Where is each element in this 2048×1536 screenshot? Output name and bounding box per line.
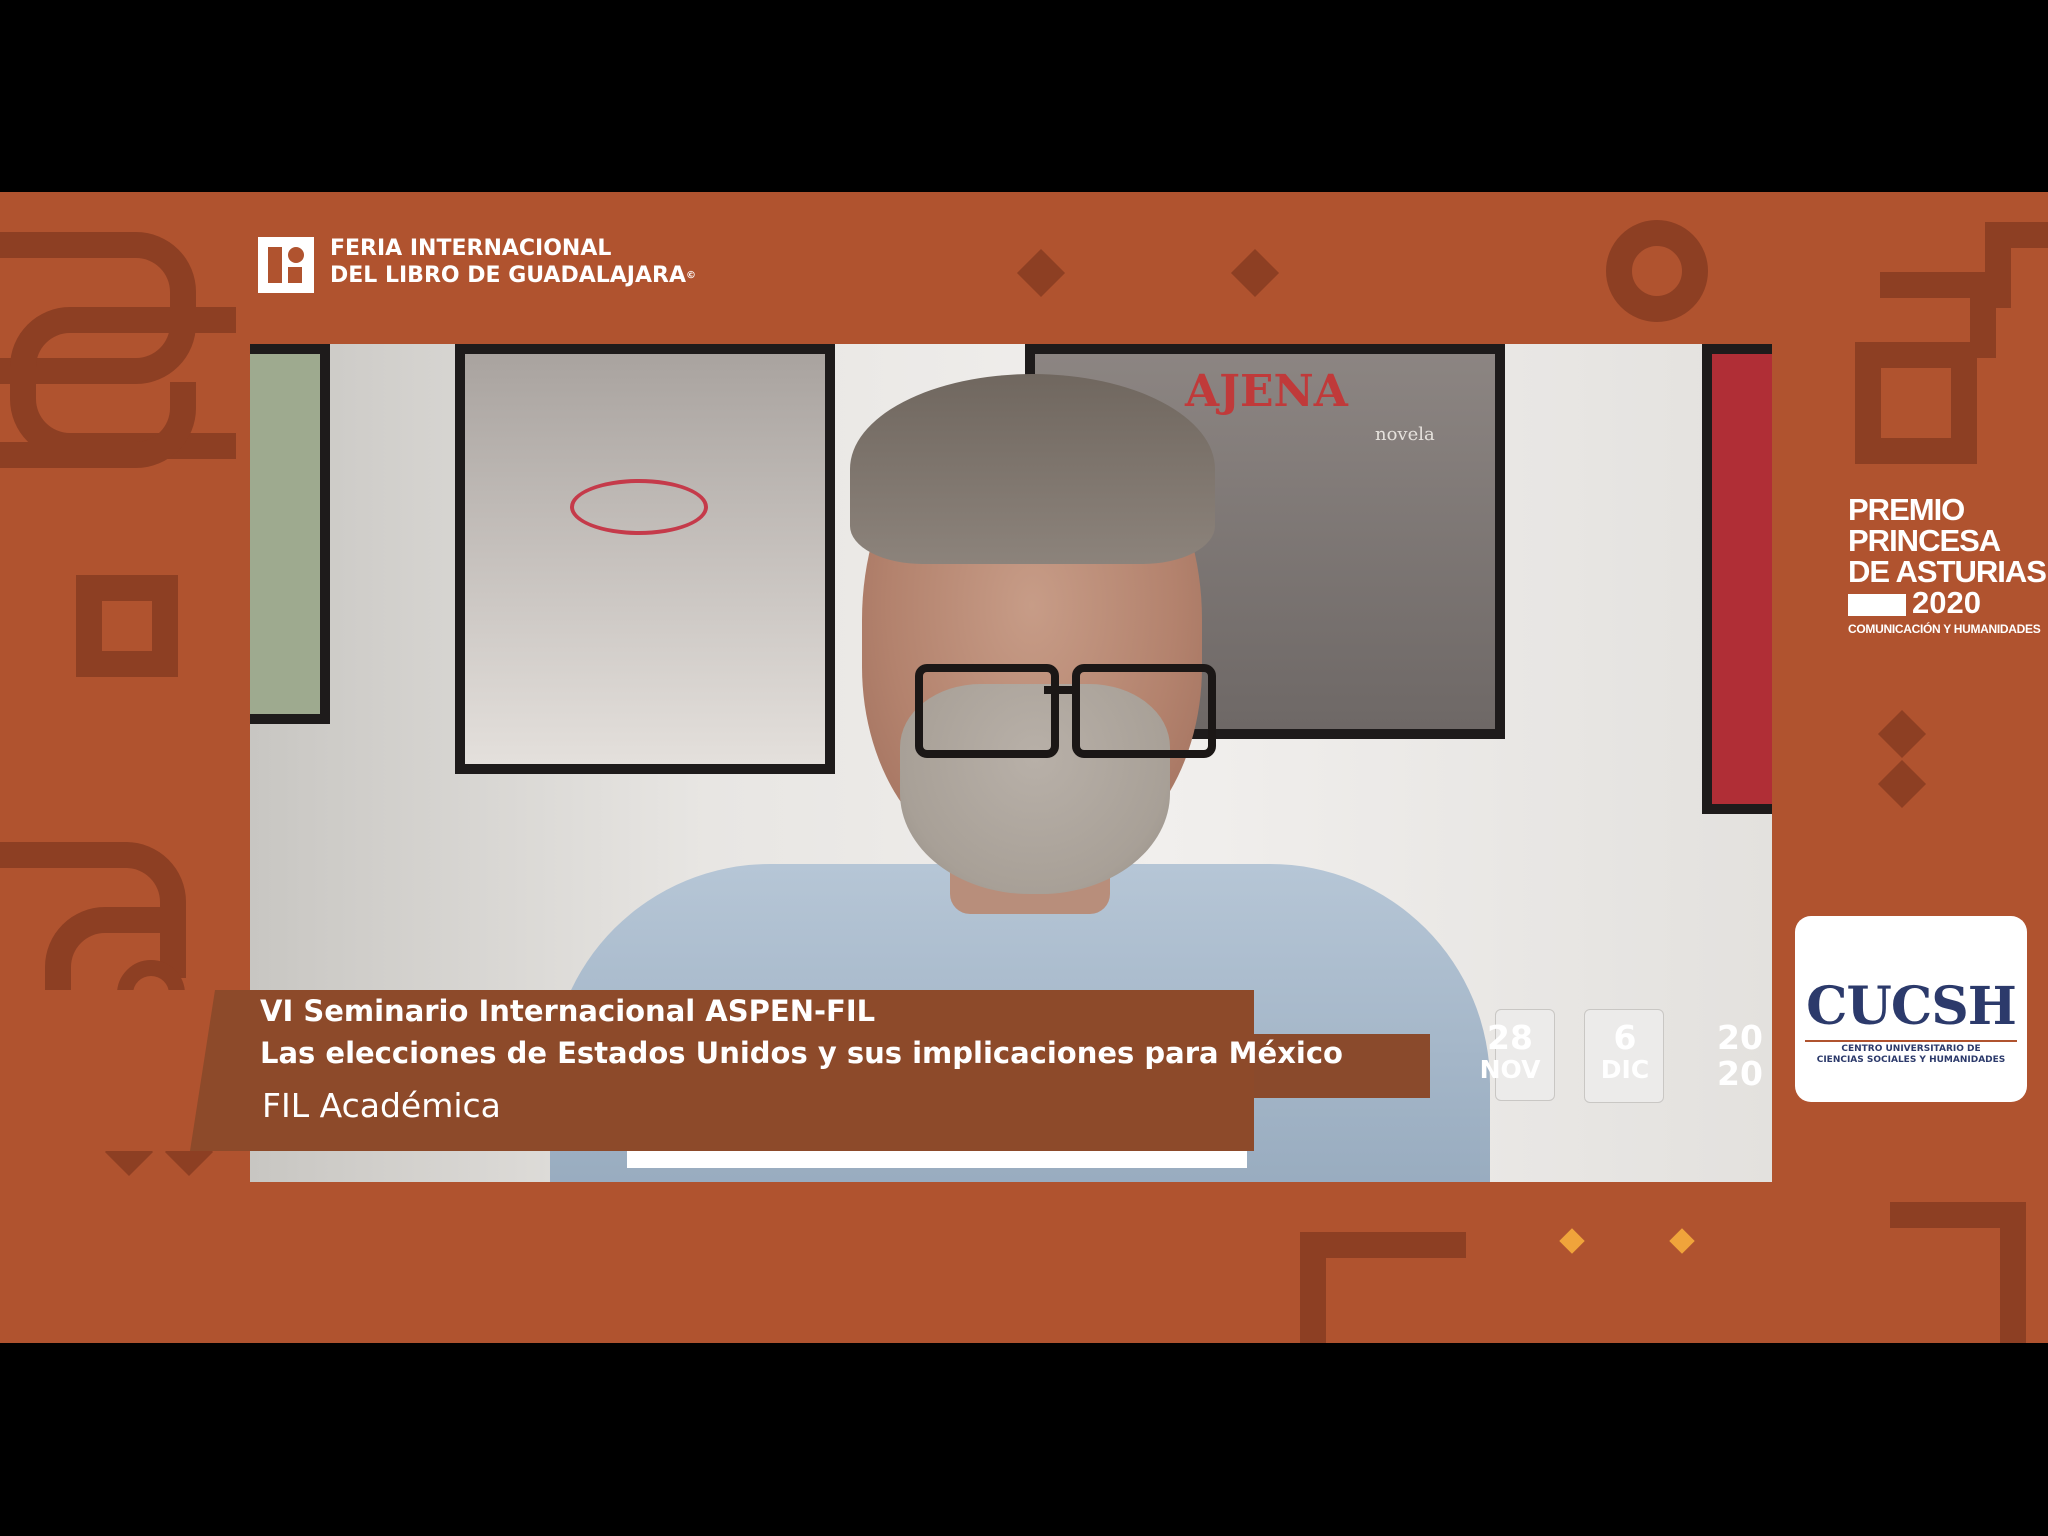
fil-logo-line1: FERIA INTERNACIONAL: [330, 236, 612, 261]
speaker-glasses-right: [1072, 664, 1216, 758]
lower-third-slash: [0, 990, 215, 1151]
cucsh-subtitle-line1: CENTRO UNIVERSITARIO DE: [1841, 1044, 1981, 1054]
premio-line3: DE ASTURIAS: [1848, 554, 2047, 589]
event-subtitle: Las elecciones de Estados Unidos y sus i…: [260, 1036, 1343, 1070]
speaker-glasses-bridge: [1044, 686, 1072, 694]
step-decoration: [1855, 342, 1977, 464]
diamond-decoration: [1016, 248, 1066, 298]
date-end: 6 DIC: [1585, 1020, 1665, 1084]
wall-frame: [455, 344, 835, 774]
speaker-hair: [850, 374, 1215, 564]
premio-princesa-logo: PREMIO PRINCESA DE ASTURIAS 2020 COMUNIC…: [1848, 492, 2047, 636]
date-end-day: 6: [1613, 1018, 1637, 1057]
registered-mark: ©: [685, 270, 696, 281]
square-decoration: [76, 575, 178, 677]
diamond-decoration: [1877, 709, 1927, 759]
event-title: VI Seminario Internacional ASPEN-FIL: [260, 994, 876, 1028]
fil-logo-icon: [258, 237, 314, 293]
date-year-top: 20: [1717, 1018, 1763, 1057]
poster-ellipse: [570, 479, 708, 535]
premio-year: 2020: [1912, 585, 1981, 620]
fil-logo-text: FERIA INTERNACIONAL DEL LIBRO DE GUADALA…: [330, 235, 750, 289]
premio-line2: PRINCESA: [1848, 523, 2001, 558]
date-year-bottom: 20: [1717, 1054, 1763, 1093]
cucsh-subtitle-line2: CIENCIAS SOCIALES Y HUMANIDADES: [1816, 1055, 2006, 1065]
premio-subtitle: COMUNICACIÓN Y HUMANIDADES: [1848, 622, 2041, 636]
cucsh-logo: CUCSH CENTRO UNIVERSITARIO DE CIENCIAS S…: [1795, 916, 2027, 1102]
diamond-decoration: [1230, 248, 1280, 298]
premio-bar: [1848, 593, 1906, 616]
wall-frame: [1702, 344, 1772, 814]
date-year: 20 20: [1700, 1020, 1780, 1092]
corner-decoration: [1300, 1232, 1466, 1343]
speaker-glasses-left: [915, 664, 1059, 758]
premio-line1: PREMIO: [1848, 492, 1965, 527]
squiggle-decoration: [0, 382, 196, 468]
corner-decoration: [1890, 1202, 2026, 1343]
event-program: FIL Académica: [262, 1086, 501, 1125]
poster-subtitle: novela: [1375, 424, 1435, 445]
diamond-decoration: [1877, 759, 1927, 809]
cucsh-title: CUCSH: [1806, 976, 2017, 1037]
date-start: 28 NOV: [1470, 1020, 1550, 1084]
date-end-month: DIC: [1600, 1055, 1650, 1084]
date-start-month: NOV: [1479, 1055, 1541, 1084]
cucsh-subtitle: CENTRO UNIVERSITARIO DE CIENCIAS SOCIALE…: [1805, 1040, 2017, 1066]
date-start-day: 28: [1487, 1018, 1533, 1057]
event-banner: FERIA INTERNACIONAL DEL LIBRO DE GUADALA…: [0, 192, 2048, 1343]
poster-title: AJENA: [1185, 366, 1348, 417]
ring-decoration: [1606, 220, 1708, 322]
fil-logo-line2: DEL LIBRO DE GUADALAJARA: [330, 263, 686, 288]
wall-frame: [250, 344, 330, 724]
